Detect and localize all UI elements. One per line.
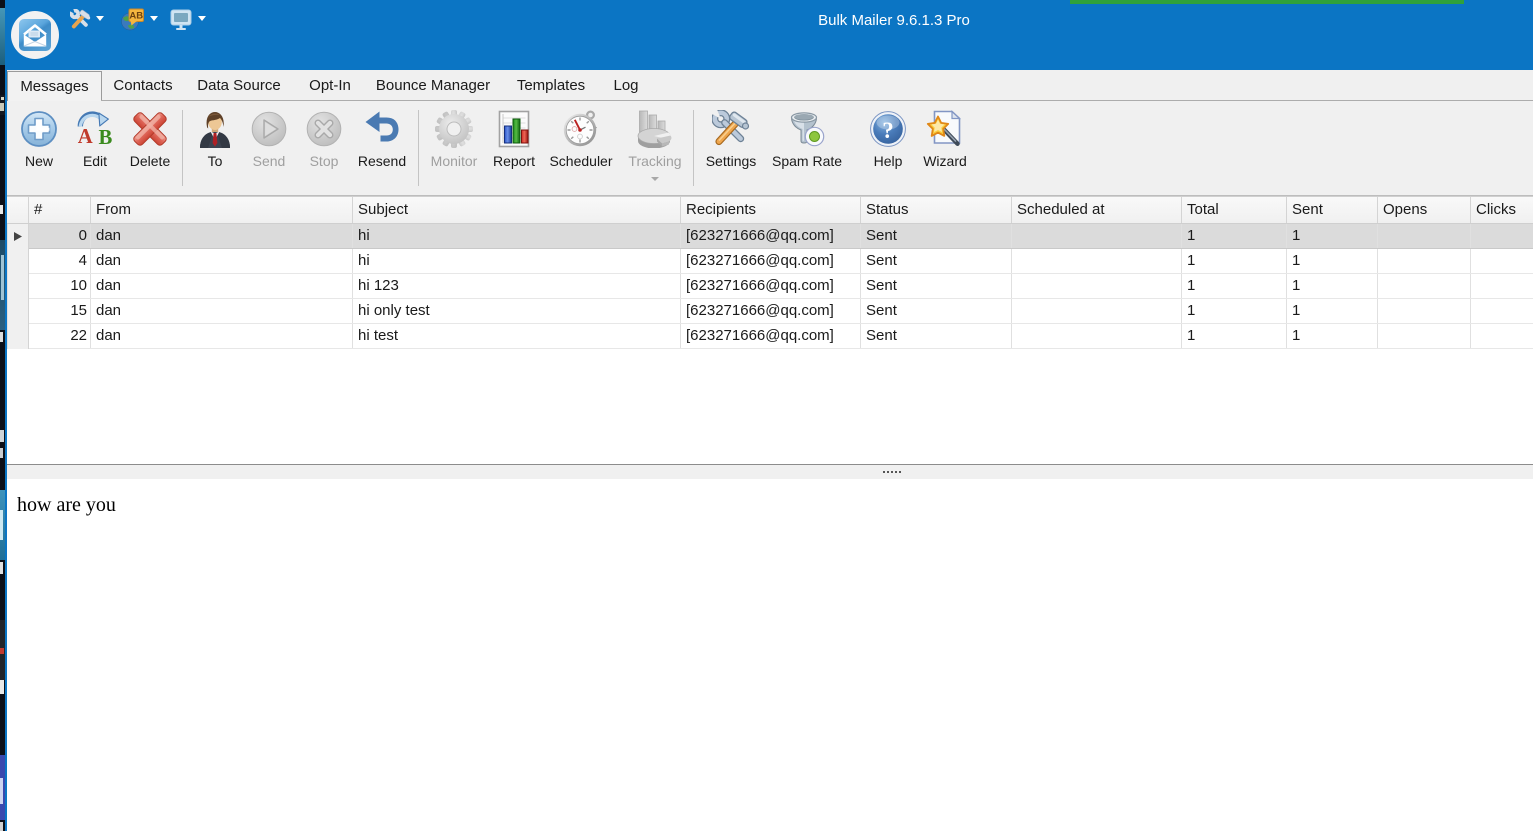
svg-text:B: B [98,127,112,148]
svg-text:A: A [78,126,93,148]
svg-text:?: ? [882,118,894,143]
svg-text:AB: AB [129,11,143,22]
